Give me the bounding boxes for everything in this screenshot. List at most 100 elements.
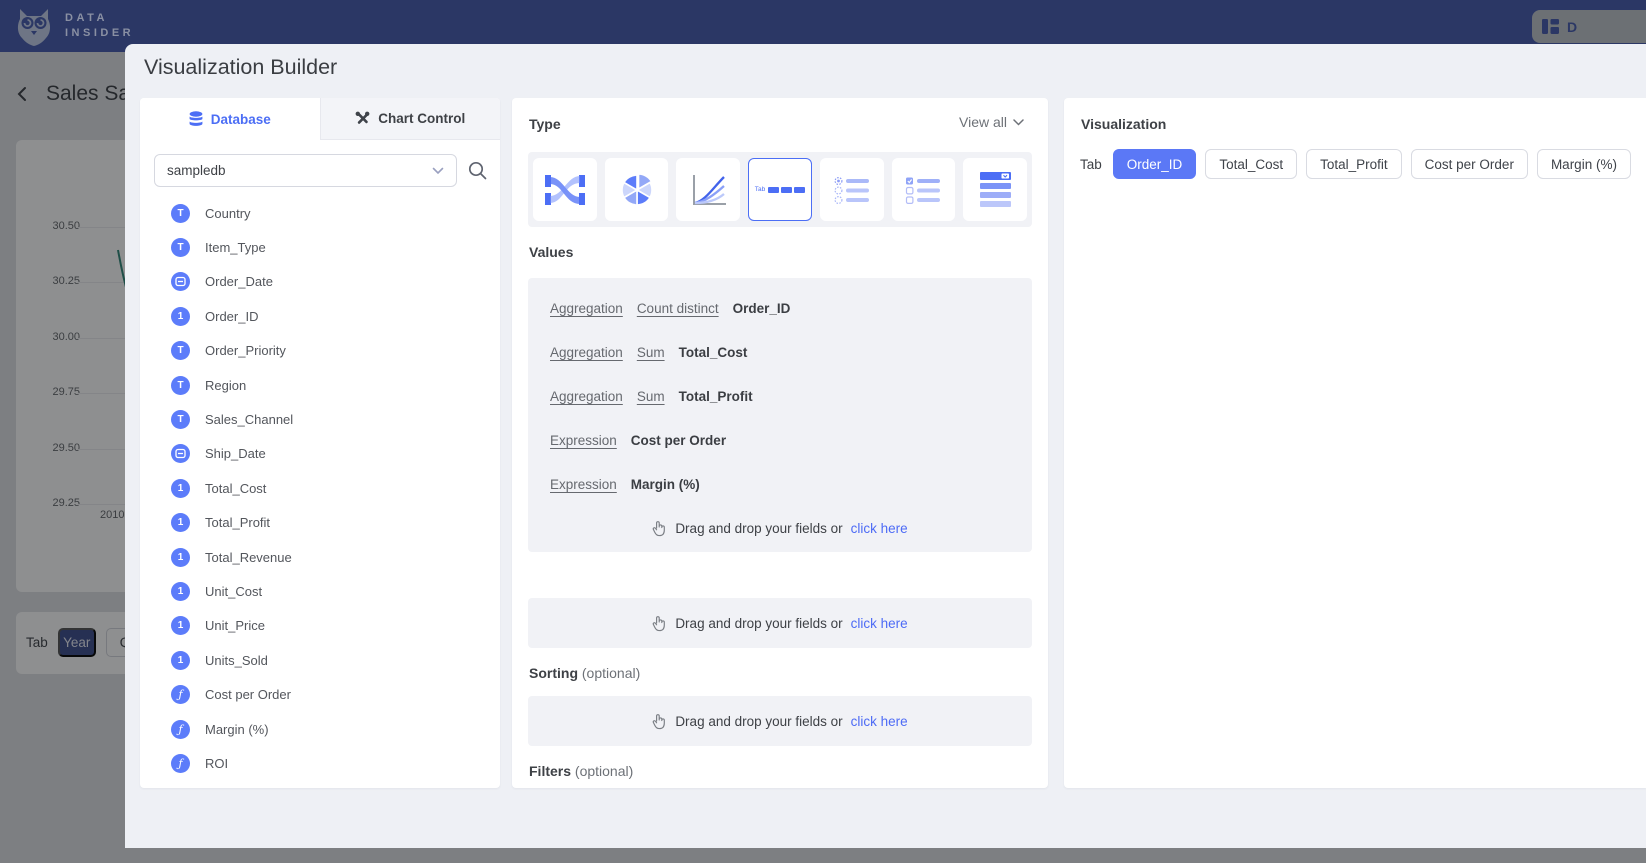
field-item[interactable]: 1 Order_ID — [140, 299, 500, 333]
field-label: Country — [205, 206, 251, 221]
field-item[interactable]: ƒ Margin (%) — [140, 712, 500, 746]
field-item[interactable]: 1Units_Sold — [140, 643, 500, 677]
value-kind-link[interactable]: Aggregation — [550, 301, 623, 316]
number-field-type-icon: 1 — [171, 513, 190, 532]
chart-type-radio-list[interactable] — [820, 158, 884, 221]
field-label: Cost per Order — [205, 687, 291, 702]
field-item[interactable]: ƒ Cost per Order — [140, 677, 500, 711]
field-item[interactable]: Ship_Date — [140, 437, 500, 471]
search-icon[interactable] — [467, 160, 488, 181]
field-label: Total_Revenue — [205, 550, 292, 565]
function-field-type-icon: ƒ — [171, 720, 190, 739]
tools-icon — [355, 111, 370, 126]
number-field-type-icon: 1 — [171, 616, 190, 635]
brand[interactable]: DATA INSIDER — [14, 5, 134, 47]
number-field-type-icon: 1 — [171, 479, 190, 498]
field-item[interactable]: TItem_Type — [140, 230, 500, 264]
field-label: Margin (%) — [205, 722, 269, 737]
value-method-link[interactable]: Count distinct — [637, 301, 719, 316]
value-method-link[interactable]: Sum — [637, 345, 665, 360]
text-field-type-icon: T — [171, 410, 190, 429]
field-label: Unit_Price — [205, 618, 265, 633]
viz-tab-total-cost[interactable]: Total_Cost — [1205, 149, 1297, 179]
value-field-name: Order_ID — [733, 301, 791, 316]
radio-list-icon — [834, 176, 870, 204]
field-item[interactable]: ƒROI — [140, 746, 500, 780]
value-kind-link[interactable]: Expression — [550, 433, 617, 448]
field-item[interactable]: 1Total_Cost — [140, 471, 500, 505]
field-label: Total_Profit — [205, 515, 270, 530]
chart-type-table[interactable] — [963, 158, 1027, 221]
viz-tab-margin-[interactable]: Margin (%) — [1537, 149, 1631, 179]
field-item[interactable]: TOrder_Priority — [140, 334, 500, 368]
field-list: TCountryTItem_TypeOrder_Date1Order_IDTOr… — [140, 196, 500, 781]
chart-type-pie[interactable] — [605, 158, 669, 221]
drag-hand-icon — [652, 520, 667, 537]
value-field-name: Total_Cost — [679, 345, 748, 360]
value-field-name: Total_Profit — [679, 389, 753, 404]
filters-optional-label: (optional) — [575, 763, 633, 779]
tab-database[interactable]: Database — [140, 98, 320, 140]
dropzone-click-here-link[interactable]: click here — [851, 616, 908, 631]
dropzone-text: Drag and drop your fields or — [675, 714, 842, 729]
sorting-dropzone: Drag and drop your fields or click here — [652, 615, 907, 632]
field-item[interactable]: 1 Total_Profit — [140, 506, 500, 540]
database-select[interactable]: sampledb — [154, 154, 457, 187]
chevron-down-icon — [1013, 119, 1024, 126]
chart-type-checkbox-list[interactable] — [892, 158, 956, 221]
text-field-type-icon: T — [171, 376, 190, 395]
field-item[interactable]: T Sales_Channel — [140, 402, 500, 436]
dashboard-layout-icon — [1542, 19, 1559, 34]
dropzone-text: Drag and drop your fields or — [675, 521, 842, 536]
value-row[interactable]: ExpressionCost per Order — [550, 418, 1032, 462]
dashboard-button-label: D — [1567, 19, 1577, 35]
drag-hand-icon — [652, 615, 667, 632]
date-field-type-icon — [171, 272, 190, 291]
sorting-heading: Sorting (optional) — [529, 665, 640, 681]
pie-chart-icon — [619, 172, 655, 208]
field-label: Units_Sold — [205, 653, 268, 668]
drag-hand-icon — [652, 713, 667, 730]
field-label: Order_ID — [205, 309, 258, 324]
viz-tab-order-id[interactable]: Order_ID — [1113, 149, 1197, 179]
value-method-link[interactable]: Sum — [637, 389, 665, 404]
field-label: Item_Type — [205, 240, 266, 255]
viz-tab-total-profit[interactable]: Total_Profit — [1306, 149, 1402, 179]
tab-database-label: Database — [211, 112, 271, 127]
value-row[interactable]: Aggregation Sum Total_Profit — [550, 374, 1032, 418]
value-row[interactable]: Aggregation Sum Total_Cost — [550, 330, 1032, 374]
function-field-type-icon: ƒ — [171, 685, 190, 704]
values-rows: AggregationCount distinctOrder_IDAggrega… — [550, 286, 1032, 506]
value-row[interactable]: Expression Margin (%) — [550, 462, 1032, 506]
number-field-type-icon: 1 — [171, 582, 190, 601]
field-item[interactable]: TRegion — [140, 368, 500, 402]
field-label: Order_Date — [205, 274, 273, 289]
tab-chart-control[interactable]: Chart Control — [320, 98, 501, 140]
viz-tab-cost-per-order[interactable]: Cost per Order — [1411, 149, 1528, 179]
value-kind-link[interactable]: Aggregation — [550, 389, 623, 404]
field-item[interactable]: Order_Date — [140, 265, 500, 299]
dropzone-click-here-link[interactable]: click here — [851, 521, 908, 536]
field-item[interactable]: 1Unit_Cost — [140, 574, 500, 608]
database-panel: Database Chart Control sampledb — [140, 98, 500, 788]
number-field-type-icon: 1 — [171, 307, 190, 326]
field-item[interactable]: TCountry — [140, 196, 500, 230]
chart-type-strip: Tab — [528, 152, 1032, 227]
field-item[interactable]: 1Total_Revenue — [140, 540, 500, 574]
chevron-down-icon — [432, 167, 444, 175]
view-all-button[interactable]: View all — [959, 114, 1024, 130]
chart-type-sankey[interactable] — [533, 158, 597, 221]
dashboard-button[interactable]: D — [1532, 10, 1646, 43]
value-kind-link[interactable]: Aggregation — [550, 345, 623, 360]
value-row[interactable]: Aggregation Count distinct Order_ID — [550, 286, 1032, 330]
field-label: Sales_Channel — [205, 412, 293, 427]
tab-chart-control-label: Chart Control — [378, 111, 465, 126]
value-field-name: Margin (%) — [631, 477, 700, 492]
field-item[interactable]: 1 Unit_Price — [140, 609, 500, 643]
chart-type-line[interactable] — [676, 158, 740, 221]
dropzone-click-here-link[interactable]: click here — [851, 714, 908, 729]
value-kind-link[interactable]: Expression — [550, 477, 617, 492]
viz-tab-label: Tab — [1080, 157, 1102, 172]
chart-type-tab[interactable]: Tab — [748, 158, 812, 221]
text-field-type-icon: T — [171, 341, 190, 360]
